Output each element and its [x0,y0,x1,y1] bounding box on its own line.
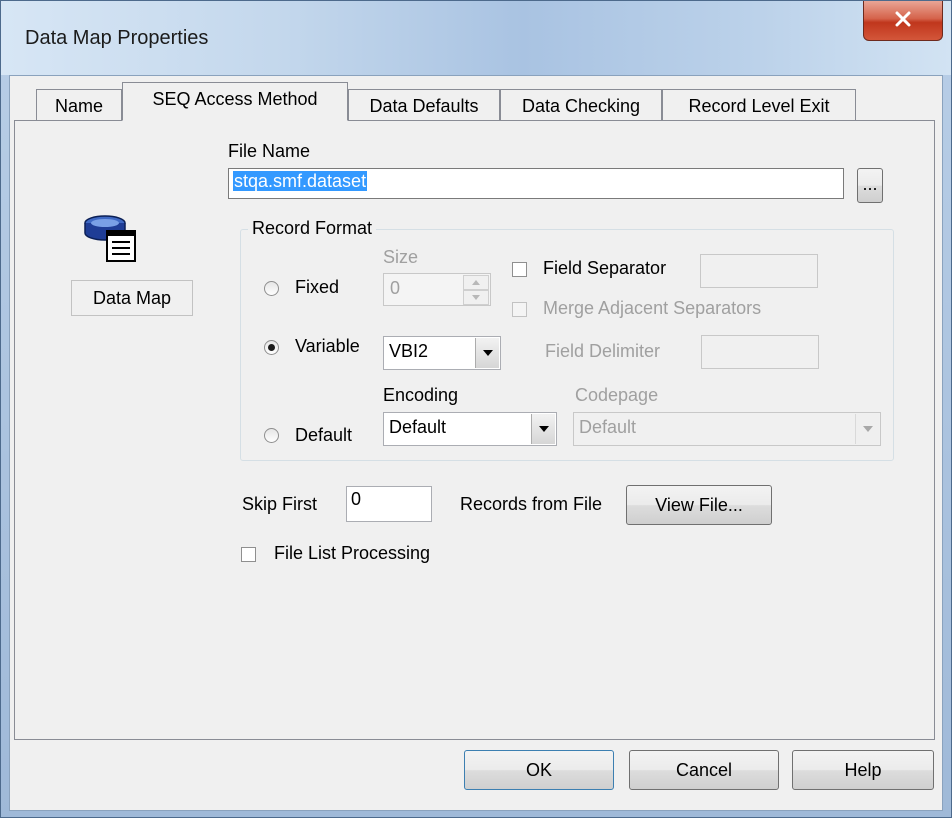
size-label: Size [383,247,419,267]
tab-record-level-exit[interactable]: Record Level Exit [662,89,856,123]
size-spinner[interactable]: 0 [383,273,491,306]
tab-name[interactable]: Name [36,89,122,123]
variable-radio[interactable] [264,340,279,355]
variable-format-value: VBI2 [389,341,429,361]
merge-adjacent-separators-label: Merge Adjacent Separators [543,298,762,318]
codepage-label: Codepage [575,385,659,405]
file-name-label: File Name [228,141,311,161]
file-name-input[interactable]: stqa.smf.dataset [228,168,844,199]
data-map-label: Data Map [71,280,193,316]
skip-first-input[interactable]: 0 [346,486,432,522]
ok-button[interactable]: OK [464,750,614,790]
codepage-value: Default [579,417,637,437]
field-delimiter-label: Field Delimiter [545,341,661,361]
help-button[interactable]: Help [792,750,934,790]
file-name-value: stqa.smf.dataset [233,171,368,191]
window-title: Data Map Properties [25,27,209,49]
close-button[interactable] [863,1,943,41]
size-down-arrow-icon[interactable] [463,290,489,305]
default-label: Default [295,425,353,445]
codepage-select[interactable]: Default [573,412,881,446]
size-value: 0 [390,278,401,298]
title-bar[interactable]: Data Map Properties [1,1,951,75]
encoding-label: Encoding [383,385,459,405]
record-format-title: Record Format [248,218,377,239]
tab-data-defaults[interactable]: Data Defaults [348,89,500,123]
merge-adjacent-separators-checkbox[interactable] [512,302,527,317]
view-file-button[interactable]: View File... [626,485,772,525]
browse-button[interactable]: ... [857,168,883,203]
field-separator-label: Field Separator [543,258,667,278]
fixed-label: Fixed [295,277,340,297]
encoding-dropdown-icon[interactable] [531,414,555,444]
cancel-button[interactable]: Cancel [629,750,779,790]
codepage-dropdown-icon[interactable] [855,414,879,444]
records-from-file-label: Records from File [460,494,603,514]
size-up-arrow-icon[interactable] [463,275,489,290]
encoding-select[interactable]: Default [383,412,557,446]
fixed-radio[interactable] [264,281,279,296]
default-radio[interactable] [264,428,279,443]
file-list-processing-label: File List Processing [274,543,431,563]
field-separator-input[interactable] [700,254,818,288]
field-separator-checkbox[interactable] [512,262,527,277]
data-map-icon [83,213,139,265]
tab-data-checking[interactable]: Data Checking [500,89,662,123]
variable-format-dropdown-icon[interactable] [475,338,499,368]
dialog-client-area: Name SEQ Access Method Data Defaults Dat… [9,75,943,811]
variable-format-select[interactable]: VBI2 [383,336,501,370]
file-list-processing-checkbox[interactable] [241,547,256,562]
variable-label: Variable [295,336,360,356]
encoding-value: Default [389,417,447,437]
tab-panel-seq-access-method: Data Map File Name stqa.smf.dataset ... … [14,120,935,740]
field-delimiter-input[interactable] [701,335,819,369]
skip-first-label: Skip First [242,494,318,514]
tab-seq-access-method[interactable]: SEQ Access Method [122,82,348,121]
dialog-window: Data Map Properties Name SEQ Access Meth… [0,0,952,818]
